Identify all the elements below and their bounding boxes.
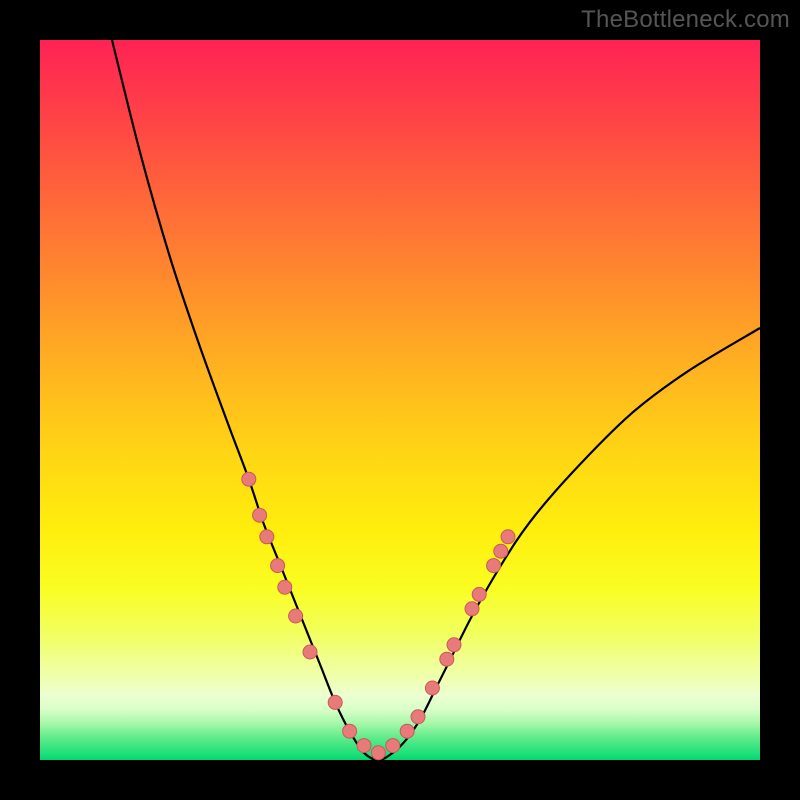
sample-dot — [289, 609, 303, 623]
sample-dot — [425, 681, 439, 695]
sample-dot — [371, 746, 385, 760]
outer-frame: TheBottleneck.com — [0, 0, 800, 800]
sample-dot — [303, 645, 317, 659]
sample-dot — [386, 739, 400, 753]
sample-dot — [400, 724, 414, 738]
sample-dot — [501, 530, 515, 544]
curve-svg — [40, 40, 760, 760]
sample-dot — [465, 602, 479, 616]
sample-dots — [242, 472, 515, 760]
sample-dot — [494, 544, 508, 558]
sample-dot — [253, 508, 267, 522]
plot-area — [40, 40, 760, 760]
sample-dot — [440, 652, 454, 666]
sample-dot — [260, 530, 274, 544]
bottleneck-curve — [112, 40, 760, 760]
sample-dot — [447, 638, 461, 652]
sample-dot — [242, 472, 256, 486]
sample-dot — [271, 559, 285, 573]
sample-dot — [357, 739, 371, 753]
watermark-text: TheBottleneck.com — [581, 6, 790, 34]
sample-dot — [472, 587, 486, 601]
sample-dot — [278, 580, 292, 594]
sample-dot — [411, 710, 425, 724]
sample-dot — [343, 724, 357, 738]
sample-dot — [328, 695, 342, 709]
sample-dot — [487, 559, 501, 573]
